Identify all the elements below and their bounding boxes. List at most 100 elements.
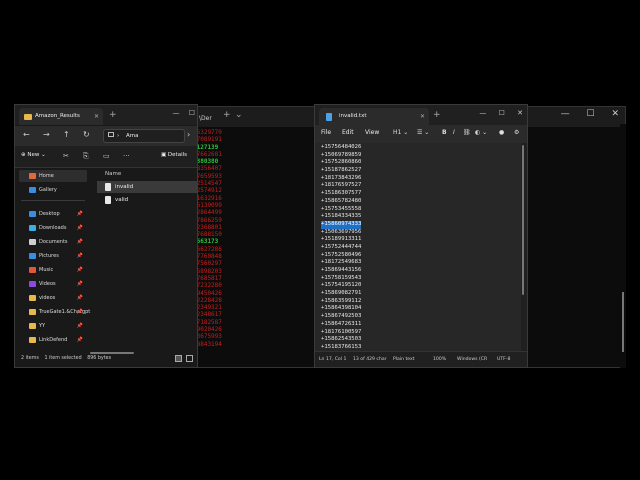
notepad-minimize-button[interactable]: — [479, 109, 486, 117]
file-row[interactable]: valid [97, 194, 197, 206]
text-line[interactable]: +15752444744 [321, 244, 361, 250]
up-arrow-icon[interactable]: ↑ [63, 130, 70, 139]
address-expand-icon[interactable]: › [187, 130, 190, 139]
text-line[interactable]: +15184334335 [321, 213, 361, 219]
sidebar-item-videos[interactable]: videos 📌 [19, 292, 87, 304]
selected-text-line[interactable]: +15860974333 [321, 220, 362, 229]
close-tab-icon[interactable]: ✕ [94, 108, 99, 125]
text-line[interactable]: +15183766153 [321, 344, 361, 350]
refresh-icon[interactable]: ↻ [83, 130, 90, 139]
text-line[interactable]: +15753455558 [321, 206, 361, 212]
sidebar-item-documents[interactable]: Documents 📌 [19, 236, 87, 248]
rename-icon[interactable]: ▭ [103, 152, 110, 160]
sidebar-item-yy[interactable]: YY 📌 [19, 320, 87, 332]
text-line[interactable]: +15758159543 [321, 275, 361, 281]
view-menu[interactable]: View [365, 129, 379, 136]
text-line[interactable]: +15752580496 [321, 252, 361, 258]
terminal-minimize-button[interactable]: — [561, 109, 570, 119]
account-avatar-icon[interactable]: ● [499, 129, 504, 136]
sidebar-item-music[interactable]: Music 📌 [19, 264, 87, 276]
text-line[interactable]: +15187862527 [321, 167, 361, 173]
text-line[interactable]: +15864398104 [321, 305, 361, 311]
copilot-icon[interactable]: ◐ ⌄ [475, 129, 487, 136]
notepad-maximize-button[interactable]: ☐ [499, 109, 505, 117]
text-format[interactable]: Plain text [393, 352, 415, 368]
pin-icon: 📌 [76, 211, 83, 217]
settings-icon[interactable]: ⚙ [514, 129, 519, 136]
terminal-dropdown-button[interactable]: ⌄ [235, 110, 243, 120]
forward-arrow-icon[interactable]: → [43, 130, 50, 139]
sidebar-item-desktop[interactable]: Desktop 📌 [19, 208, 87, 220]
background-window-scrollbar[interactable] [622, 292, 624, 352]
explorer-tab[interactable]: Amazon_Results ✕ [19, 108, 103, 125]
text-line[interactable]: +15869443156 [321, 267, 361, 273]
notepad-vertical-scrollbar[interactable] [522, 145, 524, 295]
sidebar-item-videos[interactable]: Videos 📌 [19, 278, 87, 290]
notepad-tab[interactable]: invalid.txt ✕ [319, 108, 429, 125]
text-line[interactable]: +15862543503 [321, 336, 361, 342]
back-arrow-icon[interactable]: ← [23, 130, 30, 139]
text-line[interactable]: +18176597527 [321, 182, 361, 188]
text-content[interactable]: +15756484026 +15069789859 +15752860860 +151… [321, 144, 362, 359]
link-icon[interactable]: ⛓ [463, 129, 471, 136]
terminal-close-button[interactable]: ✕ [611, 109, 619, 119]
sidebar-item-truegate1-chatgpt[interactable]: TrueGate1.&Chatgpt 📌 [19, 306, 90, 318]
sidebar-item-gallery[interactable]: Gallery [19, 184, 87, 196]
sidebar-item-linkdefend[interactable]: LinkDefend 📌 [19, 334, 87, 346]
sidebar-item-pictures[interactable]: Pictures 📌 [19, 250, 87, 262]
file-row[interactable]: invalid [97, 181, 197, 193]
details-view-icon[interactable] [175, 355, 182, 362]
terminal-maximize-button[interactable]: ☐ [587, 109, 595, 119]
text-line[interactable]: +15756484026 [321, 144, 361, 150]
encoding[interactable]: UTF-8 [497, 352, 510, 368]
text-line[interactable]: +15869082791 [321, 290, 361, 296]
notepad-new-tab-button[interactable]: + [433, 110, 441, 120]
explorer-new-tab-button[interactable]: + [109, 110, 117, 120]
terminal-new-tab-button[interactable]: + [223, 110, 231, 120]
new-button[interactable]: ⊕ New ⌄ [21, 152, 46, 158]
notepad-close-button[interactable]: ✕ [517, 109, 523, 117]
edit-menu[interactable]: Edit [342, 129, 354, 136]
italic-button[interactable]: I [453, 129, 455, 136]
address-bar[interactable]: › Ama [103, 129, 185, 143]
text-line[interactable]: +18173843296 [321, 175, 361, 181]
list-dropdown[interactable]: ☰ ⌄ [417, 129, 429, 136]
notepad-titlebar[interactable]: invalid.txt ✕ + — ☐ ✕ [315, 105, 527, 125]
line-ending[interactable]: Windows (CR [457, 352, 487, 368]
text-line[interactable]: +18176100597 [321, 329, 361, 335]
terminal-line: 52348617 [193, 311, 222, 319]
text-line[interactable]: +15189913311 [321, 236, 361, 242]
sidebar-item-label: Music [39, 267, 54, 273]
cut-icon[interactable]: ✂ [63, 152, 69, 160]
name-column-header[interactable]: Name [95, 168, 199, 180]
text-line[interactable]: +15864726311 [321, 321, 361, 327]
file-menu[interactable]: File [321, 129, 331, 136]
close-tab-icon[interactable]: ✕ [420, 108, 425, 125]
explorer-titlebar[interactable]: Amazon_Results ✕ + — ☐ [15, 105, 197, 125]
terminal-tab[interactable]: \Der [199, 110, 219, 127]
copy-icon[interactable]: ⎘ [83, 152, 89, 161]
more-options-icon[interactable]: ··· [123, 152, 130, 160]
text-line[interactable]: +15863599112 [321, 298, 361, 304]
explorer-horizontal-scrollbar[interactable] [90, 352, 134, 354]
sidebar-item-home[interactable]: Home [19, 170, 87, 182]
text-line[interactable]: +15069789859 [321, 152, 361, 158]
text-line[interactable]: +15754195120 [321, 282, 361, 288]
notepad-window[interactable]: invalid.txt ✕ + — ☐ ✕ File Edit View H1 … [314, 104, 528, 368]
bold-button[interactable]: B [442, 129, 447, 136]
notepad-text-area[interactable]: +15756484026 +15069789859 +15752860860 +151… [315, 143, 521, 358]
explorer-minimize-button[interactable]: — [172, 109, 179, 117]
text-line[interactable]: +15865782480 [321, 198, 361, 204]
tiles-view-icon[interactable] [186, 355, 193, 362]
text-line[interactable]: +15867492503 [321, 313, 361, 319]
text-line[interactable]: +15186307577 [321, 190, 361, 196]
sidebar-item-downloads[interactable]: Downloads 📌 [19, 222, 87, 234]
heading-dropdown[interactable]: H1 ⌄ [393, 129, 408, 136]
explorer-maximize-button[interactable]: ☐ [189, 109, 195, 117]
text-line[interactable]: +18172549683 [321, 259, 361, 265]
zoom-level[interactable]: 100% [433, 352, 446, 368]
file-explorer-window[interactable]: Amazon_Results ✕ + — ☐ ← → ↑ ↻ › Ama › ⊕… [14, 104, 198, 368]
details-button[interactable]: ▣ Details [161, 152, 187, 158]
text-line[interactable]: +15752860860 [321, 159, 361, 165]
text-line[interactable]: +15063697956 [321, 229, 361, 235]
